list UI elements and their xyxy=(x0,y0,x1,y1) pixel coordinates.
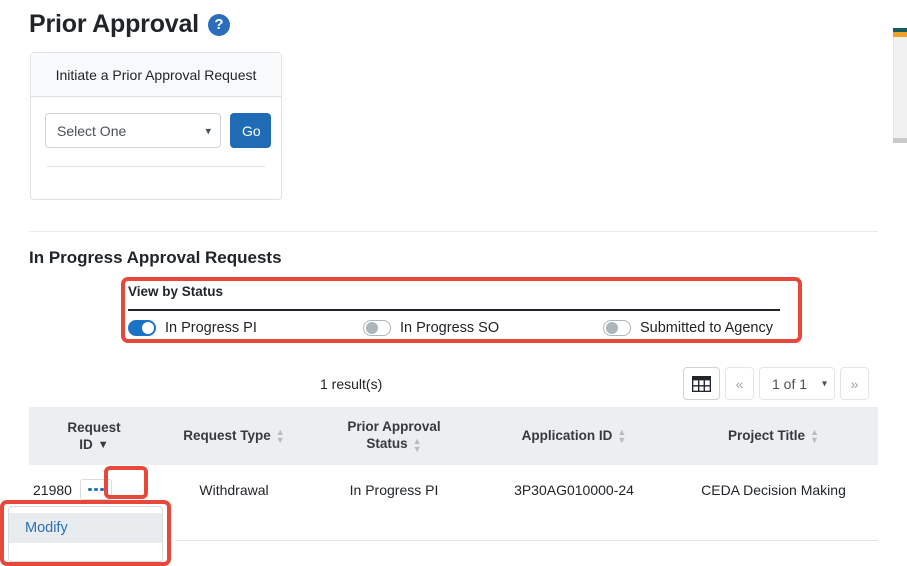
request-type-select[interactable]: Select One xyxy=(45,113,221,148)
column-header-prior-approval-status-line2: Status ▲ ▼ xyxy=(366,435,422,454)
column-header-request-id-line2: ID ▼ xyxy=(79,436,109,452)
page-select-wrap: 1 of 1 ▾ xyxy=(759,367,835,400)
sort-icon[interactable]: ▲ ▼ xyxy=(413,436,422,453)
table-pager: « 1 of 1 ▾ » xyxy=(683,367,869,400)
page-scrollbar-thumb-bottom xyxy=(893,138,907,143)
request-type-select-wrap: Select One ▾ xyxy=(45,113,221,148)
page-title: Prior Approval xyxy=(29,10,199,38)
column-header-prior-approval-status-line1: Prior Approval xyxy=(347,419,441,435)
cell-prior-approval-status: In Progress PI xyxy=(309,465,479,514)
menu-item-modify[interactable]: Modify xyxy=(9,513,162,543)
column-header-project-title-line2: Project Title ▲ ▼ xyxy=(728,427,819,446)
toggle-switch-icon[interactable] xyxy=(603,320,631,336)
toggle-in-progress-so[interactable]: In Progress SO xyxy=(363,320,603,336)
section-divider xyxy=(29,231,878,232)
sort-desc-icon[interactable]: ▼ xyxy=(98,439,109,450)
in-progress-section-heading: In Progress Approval Requests xyxy=(29,248,282,267)
toggle-in-progress-pi[interactable]: In Progress PI xyxy=(128,320,363,336)
cell-request-type: Withdrawal xyxy=(159,465,309,514)
page-scrollbar-track[interactable] xyxy=(893,28,907,143)
column-header-request-type-line2: Request Type ▲ ▼ xyxy=(183,427,285,446)
column-header-application-id-line2: Application ID ▲ ▼ xyxy=(521,427,627,446)
toggle-switch-icon[interactable] xyxy=(363,320,391,336)
page-scrollbar-thumb-marker xyxy=(893,32,907,37)
cell-project-title: CEDA Decision Making xyxy=(669,465,878,514)
next-page-button[interactable]: » xyxy=(840,367,869,400)
view-by-status-label: View by Status xyxy=(128,284,224,299)
table-grid-icon[interactable] xyxy=(683,367,720,400)
bottom-divider xyxy=(175,540,878,541)
approval-requests-table: Request ID ▼ Request Type ▲ ▼ Prior Approva… xyxy=(29,407,878,514)
page-title-row: Prior Approval ? xyxy=(29,12,230,37)
prev-page-button[interactable]: « xyxy=(725,367,754,400)
toggle-in-progress-pi-label: In Progress PI xyxy=(165,320,257,336)
column-header-request-id-line1: Request xyxy=(67,419,121,435)
column-header-project-title[interactable]: Project Title ▲ ▼ xyxy=(669,407,878,465)
toggle-submitted-to-agency-label: Submitted to Agency xyxy=(640,320,773,336)
toggle-in-progress-so-label: In Progress SO xyxy=(400,320,500,336)
view-by-status-panel: View by Status In Progress PI In Progres… xyxy=(128,283,795,337)
column-header-application-id[interactable]: Application ID ▲ ▼ xyxy=(479,407,669,465)
sort-icon[interactable]: ▲ ▼ xyxy=(617,428,626,445)
question-mark-circle-icon[interactable]: ? xyxy=(207,13,230,36)
column-header-prior-approval-status[interactable]: Prior Approval Status ▲ ▼ xyxy=(309,407,479,465)
request-id-value: 21980 xyxy=(33,481,72,498)
page-select[interactable]: 1 of 1 xyxy=(759,367,835,400)
column-header-request-id[interactable]: Request ID ▼ xyxy=(29,407,159,465)
initiate-card-body: Select One ▾ Go xyxy=(31,97,281,167)
table-head: Request ID ▼ Request Type ▲ ▼ Prior Approva… xyxy=(29,407,878,465)
table-header-row: Request ID ▼ Request Type ▲ ▼ Prior Approva… xyxy=(29,407,878,465)
toggle-submitted-to-agency[interactable]: Submitted to Agency xyxy=(603,320,773,336)
prior-approval-page: Prior Approval ? Initiate a Prior Approv… xyxy=(0,0,907,566)
status-rule xyxy=(128,309,780,311)
cell-application-id: 3P30AG010000-24 xyxy=(479,465,669,514)
initiate-card-header: Initiate a Prior Approval Request xyxy=(31,53,281,97)
initiate-controls-row: Select One ▾ Go xyxy=(45,113,271,148)
result-count: 1 result(s) xyxy=(320,376,383,392)
row-actions-ellipsis-icon[interactable] xyxy=(79,479,112,500)
row-actions-menu: Modify xyxy=(8,506,163,562)
column-header-request-type[interactable]: Request Type ▲ ▼ xyxy=(159,407,309,465)
card-divider xyxy=(47,166,265,167)
sort-icon[interactable]: ▲ ▼ xyxy=(810,428,819,445)
toggle-switch-icon[interactable] xyxy=(128,320,156,336)
status-toggle-row: In Progress PI In Progress SO Submitted … xyxy=(128,320,795,336)
go-button[interactable]: Go xyxy=(230,113,271,148)
initiate-prior-approval-card: Initiate a Prior Approval Request Select… xyxy=(30,52,282,200)
sort-icon[interactable]: ▲ ▼ xyxy=(276,428,285,445)
